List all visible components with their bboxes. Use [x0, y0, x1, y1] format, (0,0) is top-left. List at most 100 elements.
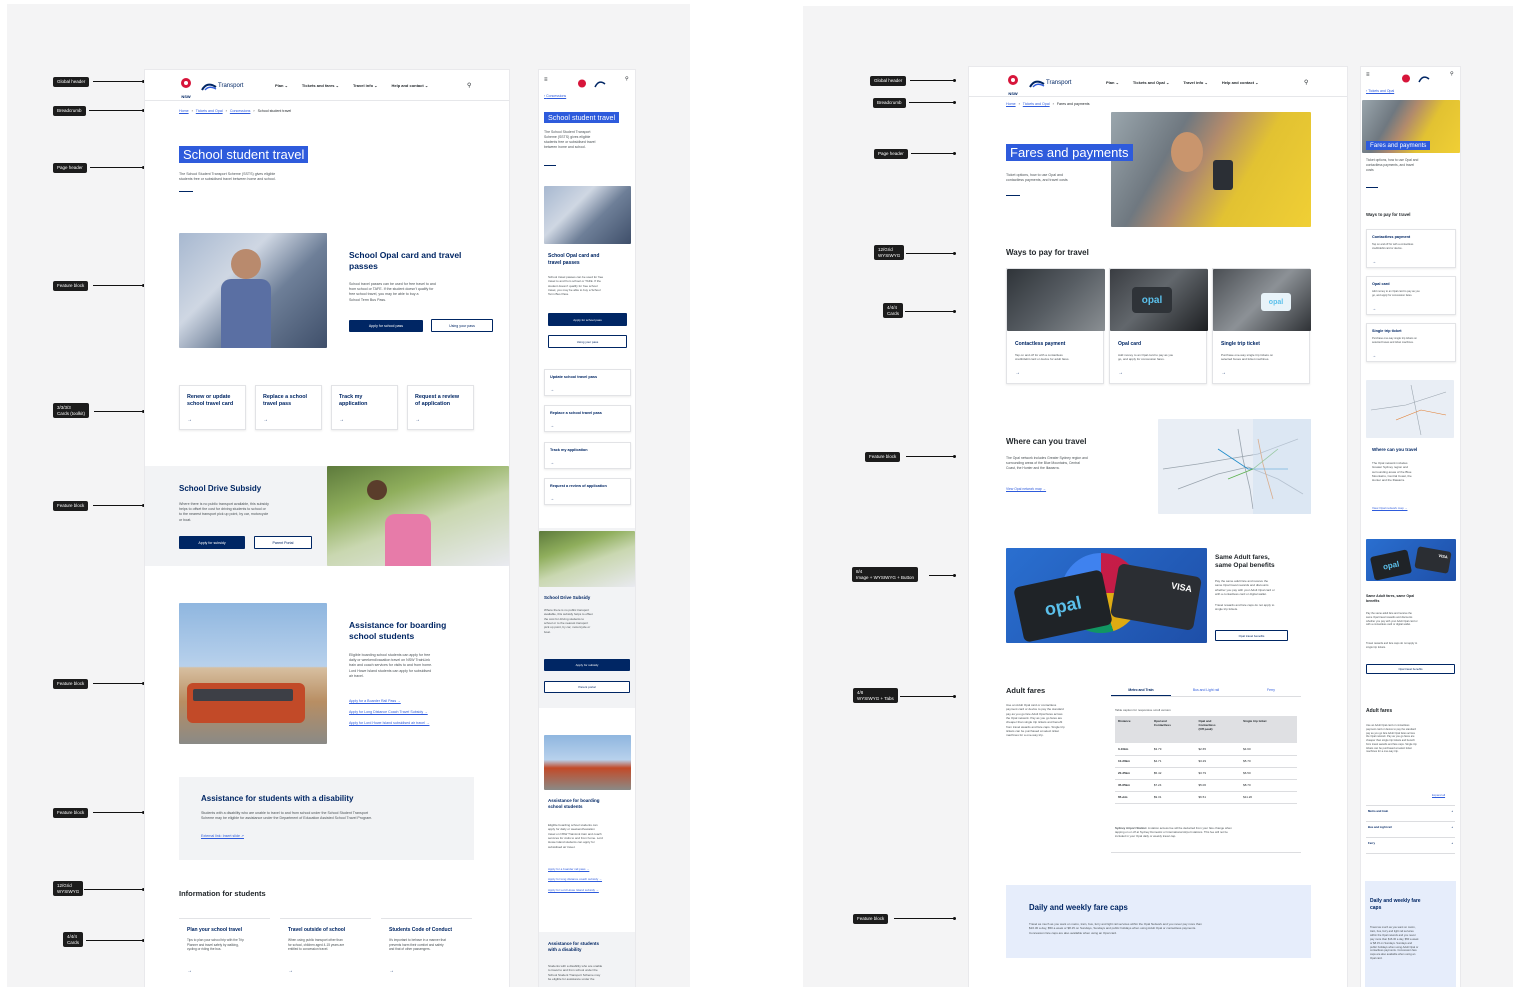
nav-travel-info[interactable]: Travel info ⌄	[1183, 80, 1207, 85]
breadcrumb-home[interactable]: Home	[1006, 102, 1016, 106]
annotation-line	[905, 310, 956, 313]
mobile-card[interactable]: Replace a school travel pass →	[544, 405, 631, 432]
transport-swoosh-icon[interactable]	[594, 75, 606, 93]
accordion-bus-light-rail[interactable]: Bus and Light rail +	[1366, 821, 1455, 837]
mobile-pay-card[interactable]: Opal card Add money to an Opal card to p…	[1366, 276, 1456, 315]
mobile-lordhowe-link[interactable]: Apply for Lord Howe Island subsidy →	[548, 888, 599, 892]
transport-logo[interactable]: Transport	[1029, 78, 1071, 88]
nsw-logo-text: NSW	[181, 94, 191, 99]
insert-slide-link[interactable]: External link: Insert slide ↗	[201, 834, 244, 838]
annotation-feature-block: Feature block	[53, 808, 89, 818]
fare-cell: $5.42	[1153, 771, 1162, 775]
coach-subsidy-link[interactable]: Apply for Long Distance Coach Travel Sub…	[349, 710, 428, 714]
card-track[interactable]: Track my application →	[331, 385, 398, 430]
nsw-logo[interactable]: NSW	[179, 76, 193, 99]
breadcrumb-concessions[interactable]: Concessions	[230, 109, 251, 113]
breadcrumb-tickets[interactable]: Tickets and Opal	[1023, 102, 1050, 106]
card-renew[interactable]: Renew or update school travel card →	[179, 385, 246, 430]
boarding-body: Eligible boarding school students can ap…	[349, 653, 433, 678]
arrow-right-icon: →	[1372, 259, 1376, 264]
opal-benefits-button[interactable]: Opal travel benefits	[1215, 630, 1288, 641]
mobile-fare-caps-title: Daily and weekly fare caps	[1370, 898, 1421, 911]
accordion-metro-train[interactable]: Metro and train +	[1366, 805, 1455, 821]
search-icon[interactable]: ⚲	[1304, 79, 1308, 86]
nsw-logo[interactable]: NSW	[1006, 73, 1020, 96]
fare-cell: $3.29	[1198, 759, 1207, 763]
nsw-logo[interactable]	[577, 75, 587, 93]
page-title: Fares and payments	[1006, 144, 1133, 161]
brand-name: Transport	[1046, 80, 1072, 86]
distance-cell: 65+km	[1118, 795, 1128, 799]
mobile-same-body2: Travel rewards and fare caps do not appl…	[1366, 642, 1418, 649]
apply-subsidy-button[interactable]: Apply for subsidy	[544, 659, 630, 671]
pay-card-single-trip[interactable]: opal Single trip ticket Purchase one-way…	[1212, 268, 1311, 384]
nav-help[interactable]: Help and contact ⌄	[391, 83, 428, 88]
search-icon[interactable]: ⚲	[625, 76, 629, 82]
annotation-feature-block: Feature block	[865, 452, 901, 462]
nav-tickets[interactable]: Tickets and fares ⌄	[302, 83, 339, 88]
mobile-pay-card[interactable]: Contactless payment Tap on and off for w…	[1366, 229, 1456, 268]
card-replace[interactable]: Replace a school travel pass →	[255, 385, 322, 430]
accordion: Metro and train + Bus and Light rail + Fer…	[1366, 805, 1455, 854]
tab-bus-light-rail[interactable]: Bus and Light rail	[1171, 685, 1241, 696]
mobile-rail-link[interactable]: Apply for a boarder rail pass →	[548, 867, 589, 871]
same-fares-body: Pay the same adult fare and receive the …	[1215, 579, 1275, 597]
apply-subsidy-button[interactable]: Apply for subsidy	[179, 536, 245, 549]
nav-help[interactable]: Help and contact ⌄	[1222, 80, 1259, 85]
tab-ferry[interactable]: Ferry	[1241, 685, 1301, 696]
tab-metro-train[interactable]: Metro and Train	[1111, 685, 1171, 696]
pay-card-contactless[interactable]: Contactless payment Tap on and off for w…	[1006, 268, 1105, 384]
nav-tickets-opal[interactable]: Tickets and Opal ⌄	[1133, 80, 1169, 85]
mobile-coach-link[interactable]: Apply for long distance coach subsidy →	[548, 877, 602, 881]
pay-card-opal[interactable]: opal Opal card Add money to an Opal card…	[1109, 268, 1208, 384]
opal-map-link[interactable]: View Opal network map →	[1372, 506, 1407, 510]
boarder-rail-pass-link[interactable]: Apply for a Boarder Rail Pass →	[349, 699, 401, 703]
opal-map-link[interactable]: View Opal network map →	[1006, 487, 1046, 491]
accordion-ferry[interactable]: Ferry +	[1366, 837, 1455, 854]
annotation-line	[93, 284, 145, 287]
apply-school-pass-button[interactable]: Apply for school pass	[349, 320, 423, 332]
nav-travel-info[interactable]: Travel info ⌄	[353, 83, 377, 88]
brand-name: Transport	[218, 83, 244, 89]
annotation-line	[911, 152, 956, 155]
mobile-card[interactable]: Request a review of application →	[544, 478, 631, 505]
parent-portal-button[interactable]: Parent portal	[544, 681, 630, 693]
info-card-conduct[interactable]: Students Code of Conduct It's important …	[381, 918, 472, 978]
info-card-outside[interactable]: Travel outside of school When using publ…	[280, 918, 371, 978]
breadcrumb-home[interactable]: Home	[179, 109, 189, 113]
nav-plan[interactable]: Plan ⌄	[275, 83, 288, 88]
arrow-right-icon: →	[1372, 353, 1376, 358]
transport-swoosh-icon[interactable]	[1418, 70, 1430, 88]
card-review[interactable]: Request a review of application →	[407, 385, 474, 430]
nav-plan[interactable]: Plan ⌄	[1106, 80, 1119, 85]
expand-all-link[interactable]: Expand all	[1432, 793, 1445, 797]
mobile-back-link[interactable]: ‹ Concessions	[544, 94, 566, 98]
parent-portal-button[interactable]: Parent Portal	[254, 536, 312, 549]
annotation-line	[894, 917, 956, 920]
arrow-right-icon: →	[389, 968, 394, 974]
mobile-boarding-body: Eligible boarding school students can ap…	[548, 823, 603, 849]
using-your-pass-button[interactable]: Using your pass	[548, 335, 627, 348]
annotation-cards: 4/4/4 Cards	[63, 932, 84, 948]
student-photo	[179, 233, 327, 348]
mobile-pay-card[interactable]: Single trip ticket Purchase one-way sing…	[1366, 323, 1456, 362]
nsw-logo[interactable]	[1401, 70, 1411, 88]
info-card-plan[interactable]: Plan your school travel Tips to plan you…	[179, 918, 270, 978]
distance-cell: 35-65km	[1118, 783, 1131, 787]
opal-logo: opal	[1132, 287, 1172, 313]
mobile-card[interactable]: Track my application →	[544, 442, 631, 469]
search-icon[interactable]: ⚲	[1450, 71, 1454, 77]
hamburger-icon[interactable]: ≡	[544, 77, 548, 83]
using-your-pass-button[interactable]: Using your pass	[431, 319, 493, 332]
opal-benefits-button[interactable]: Opal travel benefits	[1366, 664, 1455, 674]
lord-howe-link[interactable]: Apply for Lord Howe Island subsidised ai…	[349, 721, 430, 725]
hamburger-icon[interactable]: ≡	[1366, 72, 1370, 78]
breadcrumb-tickets[interactable]: Tickets and Opal	[196, 109, 223, 113]
drive-subsidy-body: Where there is no public transport avail…	[179, 502, 269, 522]
apply-school-pass-button[interactable]: Apply for school pass	[548, 313, 627, 326]
mobile-intro: The School Student Transport Scheme (SST…	[544, 130, 596, 150]
mobile-card[interactable]: Update school travel pass →	[544, 369, 631, 396]
mobile-back-link[interactable]: ‹ Tickets and Opal	[1366, 89, 1394, 93]
transport-logo[interactable]: Transport	[201, 81, 243, 91]
search-icon[interactable]: ⚲	[467, 82, 471, 89]
